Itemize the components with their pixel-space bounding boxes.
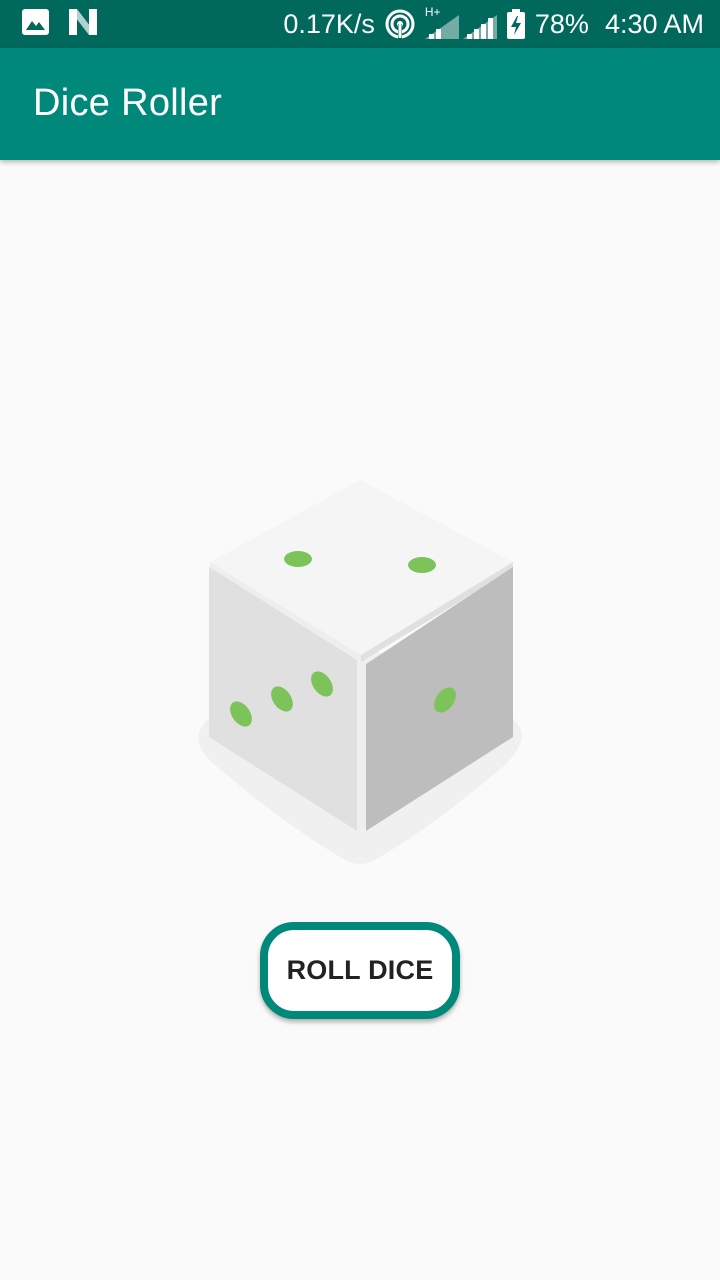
main-content: ROLL DICE: [0, 160, 720, 1280]
signal-icon: H+: [424, 5, 497, 39]
dice-icon: [185, 475, 535, 870]
battery-charging-icon: [506, 9, 525, 39]
hotspot-icon: [385, 9, 415, 39]
battery-level: 78%: [534, 8, 589, 39]
status-notifications: [22, 8, 97, 40]
dice-pip: [408, 557, 436, 573]
network-type: H+: [424, 5, 441, 19]
clock: 4:30 AM: [604, 8, 704, 39]
roll-dice-label: ROLL DICE: [286, 955, 434, 985]
n-logo-icon: [69, 8, 97, 40]
status-indicators: 0.17K/s H+ 78% 4:30 AM: [283, 0, 704, 48]
app-bar: Dice Roller: [0, 48, 720, 160]
roll-dice-button[interactable]: ROLL DICE: [260, 922, 460, 1019]
status-bar: 0.17K/s H+ 78% 4:30 AM: [0, 0, 720, 48]
app-title: Dice Roller: [33, 82, 223, 124]
network-speed: 0.17K/s: [283, 8, 375, 39]
dice-pip: [284, 551, 312, 567]
image-icon: [22, 8, 49, 40]
